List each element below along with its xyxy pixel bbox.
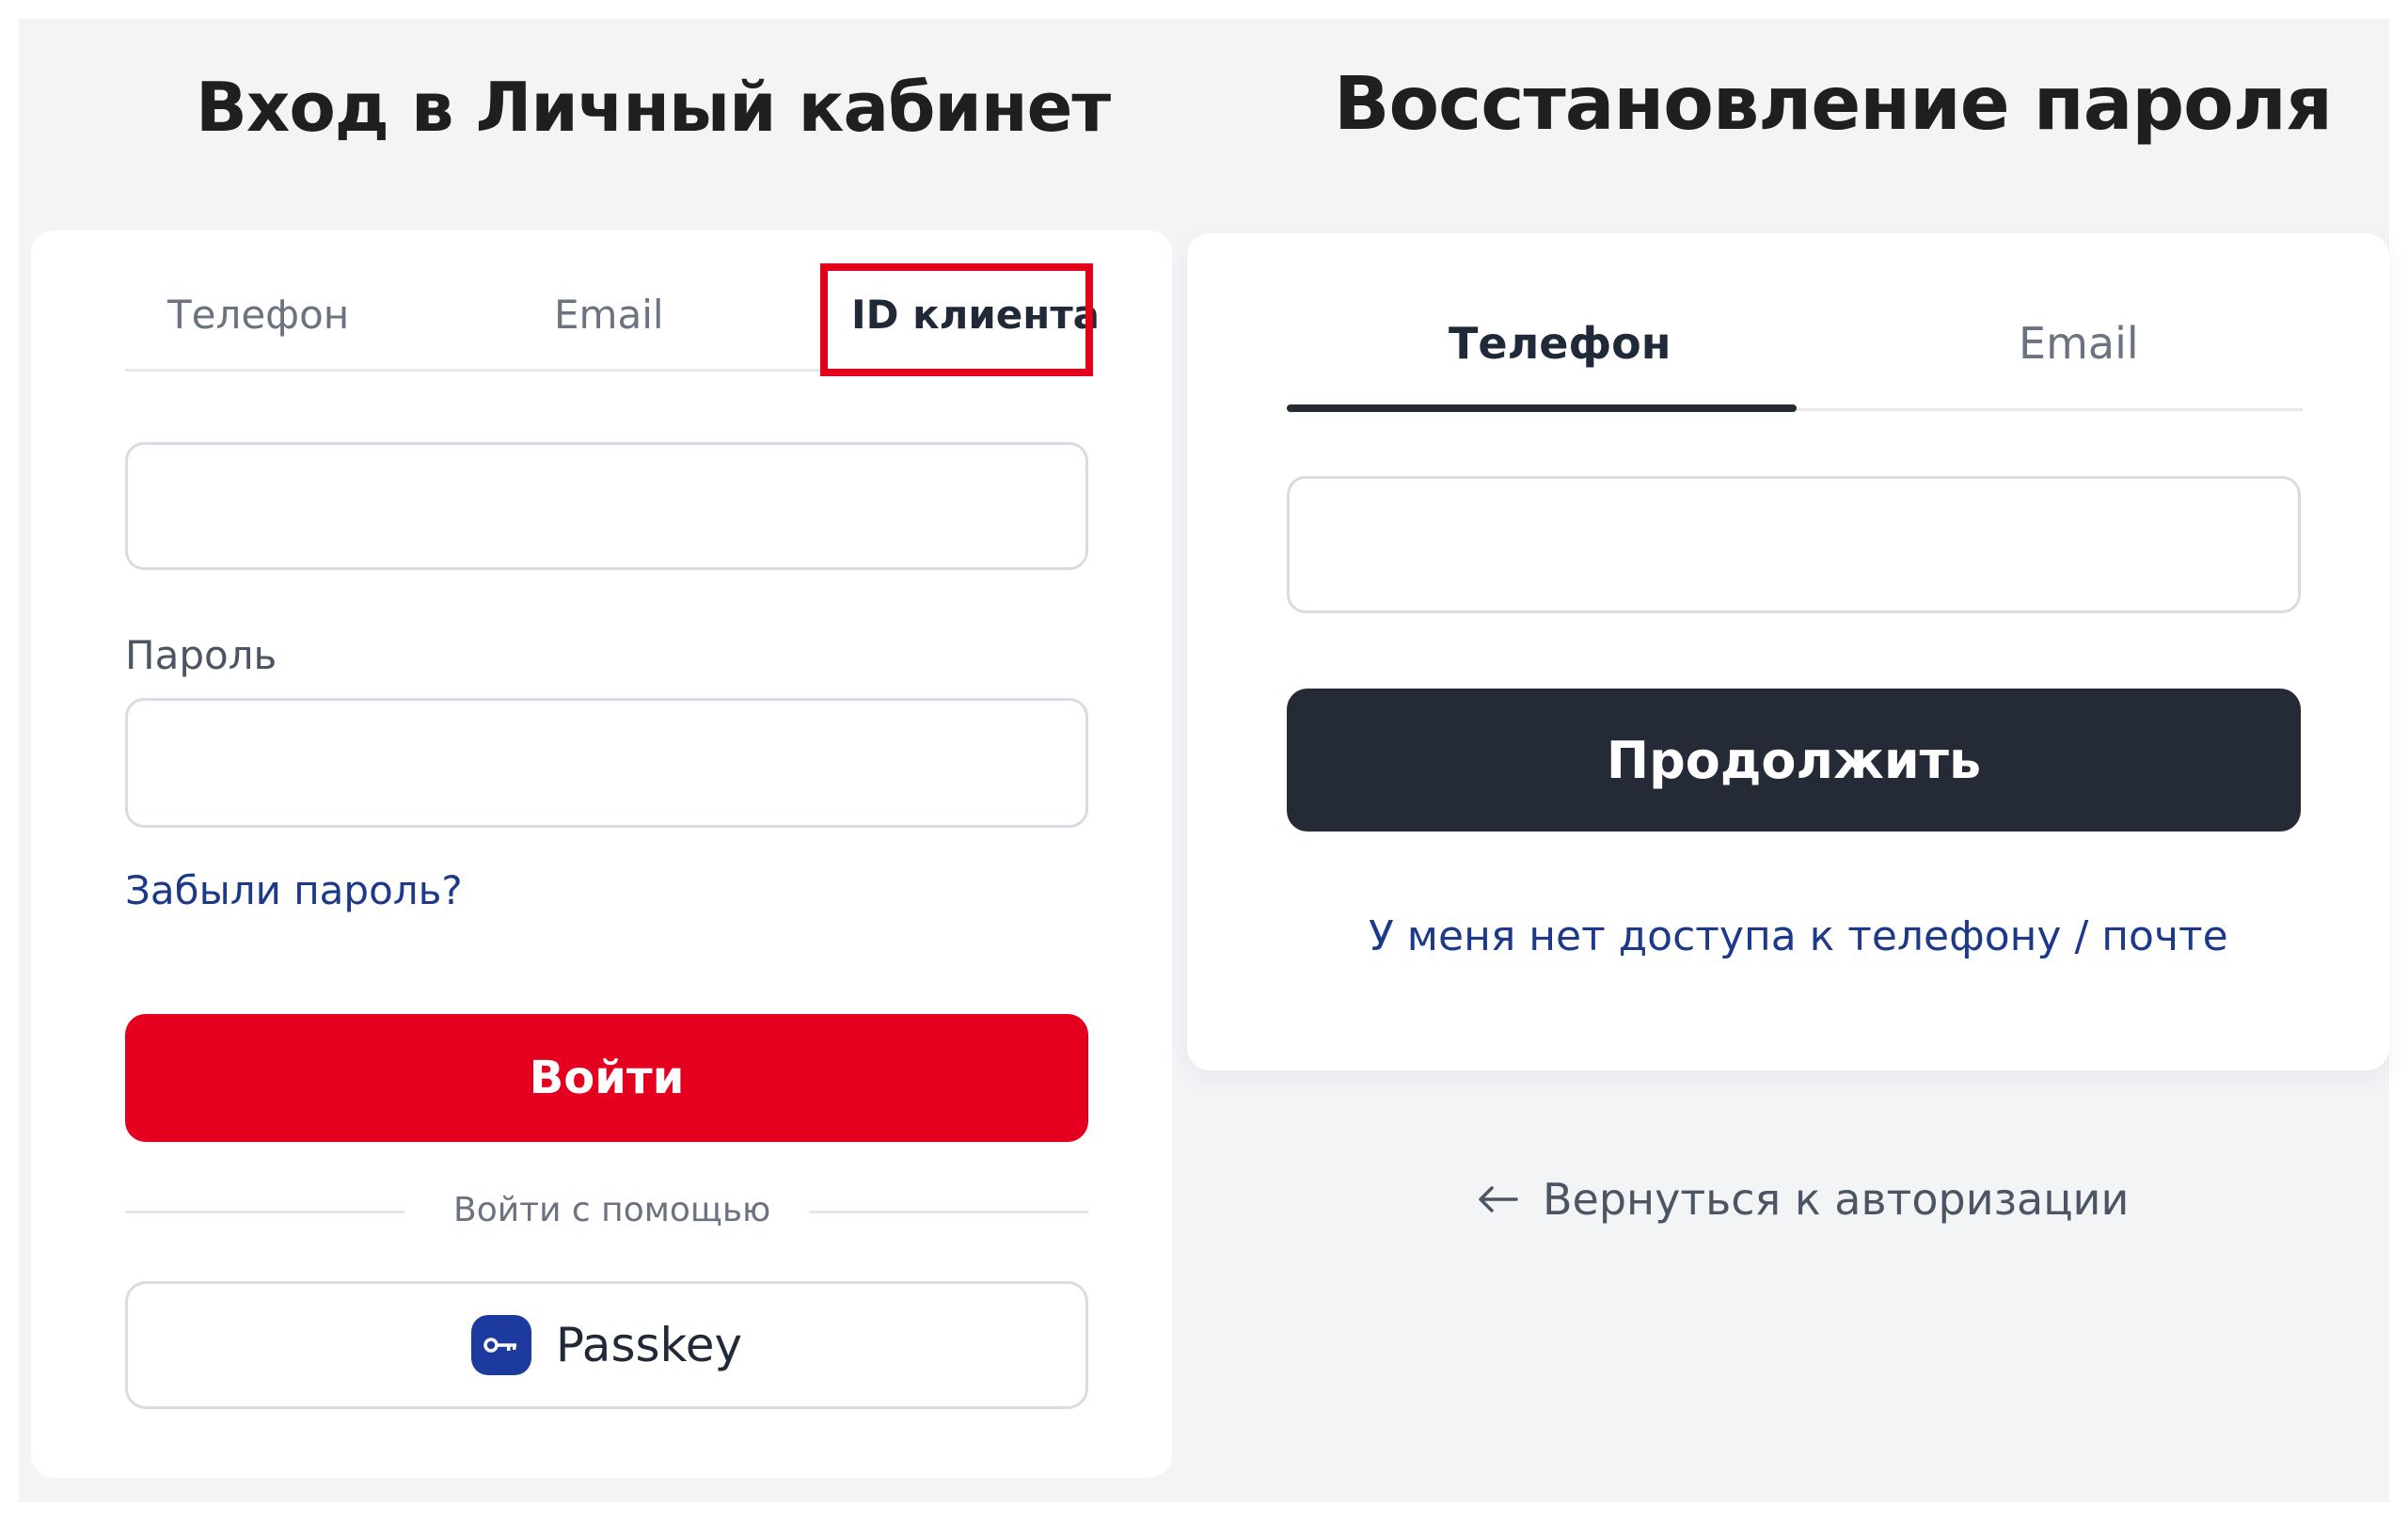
arrow-left-icon [1479, 1186, 1518, 1212]
divider-line-left [125, 1211, 404, 1213]
highlight-marker [820, 263, 1093, 376]
tab-email-recovery[interactable]: Email [2019, 318, 2139, 369]
login-title: Вход в Личный кабинет [196, 68, 1111, 147]
divider-text: Войти с помощью [453, 1191, 771, 1229]
password-input[interactable] [125, 698, 1088, 828]
phone-input[interactable] [1287, 476, 2301, 613]
login-button[interactable]: Войти [125, 1014, 1088, 1142]
recovery-tabs: Телефон Email [1287, 301, 2303, 412]
forgot-password-link[interactable]: Забыли пароль? [125, 867, 463, 913]
key-icon [470, 1315, 531, 1375]
tab-email[interactable]: Email [554, 292, 664, 338]
passkey-button[interactable]: Passkey [125, 1281, 1088, 1409]
continue-button[interactable]: Продолжить [1287, 689, 2301, 832]
tab-phone-recovery[interactable]: Телефон [1449, 318, 1671, 369]
active-tab-indicator [1287, 404, 1797, 412]
divider-line-right [809, 1211, 1088, 1213]
back-to-auth-link[interactable]: Вернуться к авторизации [1477, 1174, 2129, 1225]
back-link-label: Вернуться к авторизации [1543, 1174, 2130, 1225]
no-access-link[interactable]: У меня нет доступа к телефону / почте [1369, 912, 2228, 960]
password-label: Пароль [125, 632, 277, 678]
tab-phone[interactable]: Телефон [167, 292, 349, 338]
client-id-input[interactable] [125, 442, 1088, 570]
passkey-label: Passkey [555, 1318, 743, 1372]
recovery-title: Восстановление пароля [1334, 62, 2333, 147]
